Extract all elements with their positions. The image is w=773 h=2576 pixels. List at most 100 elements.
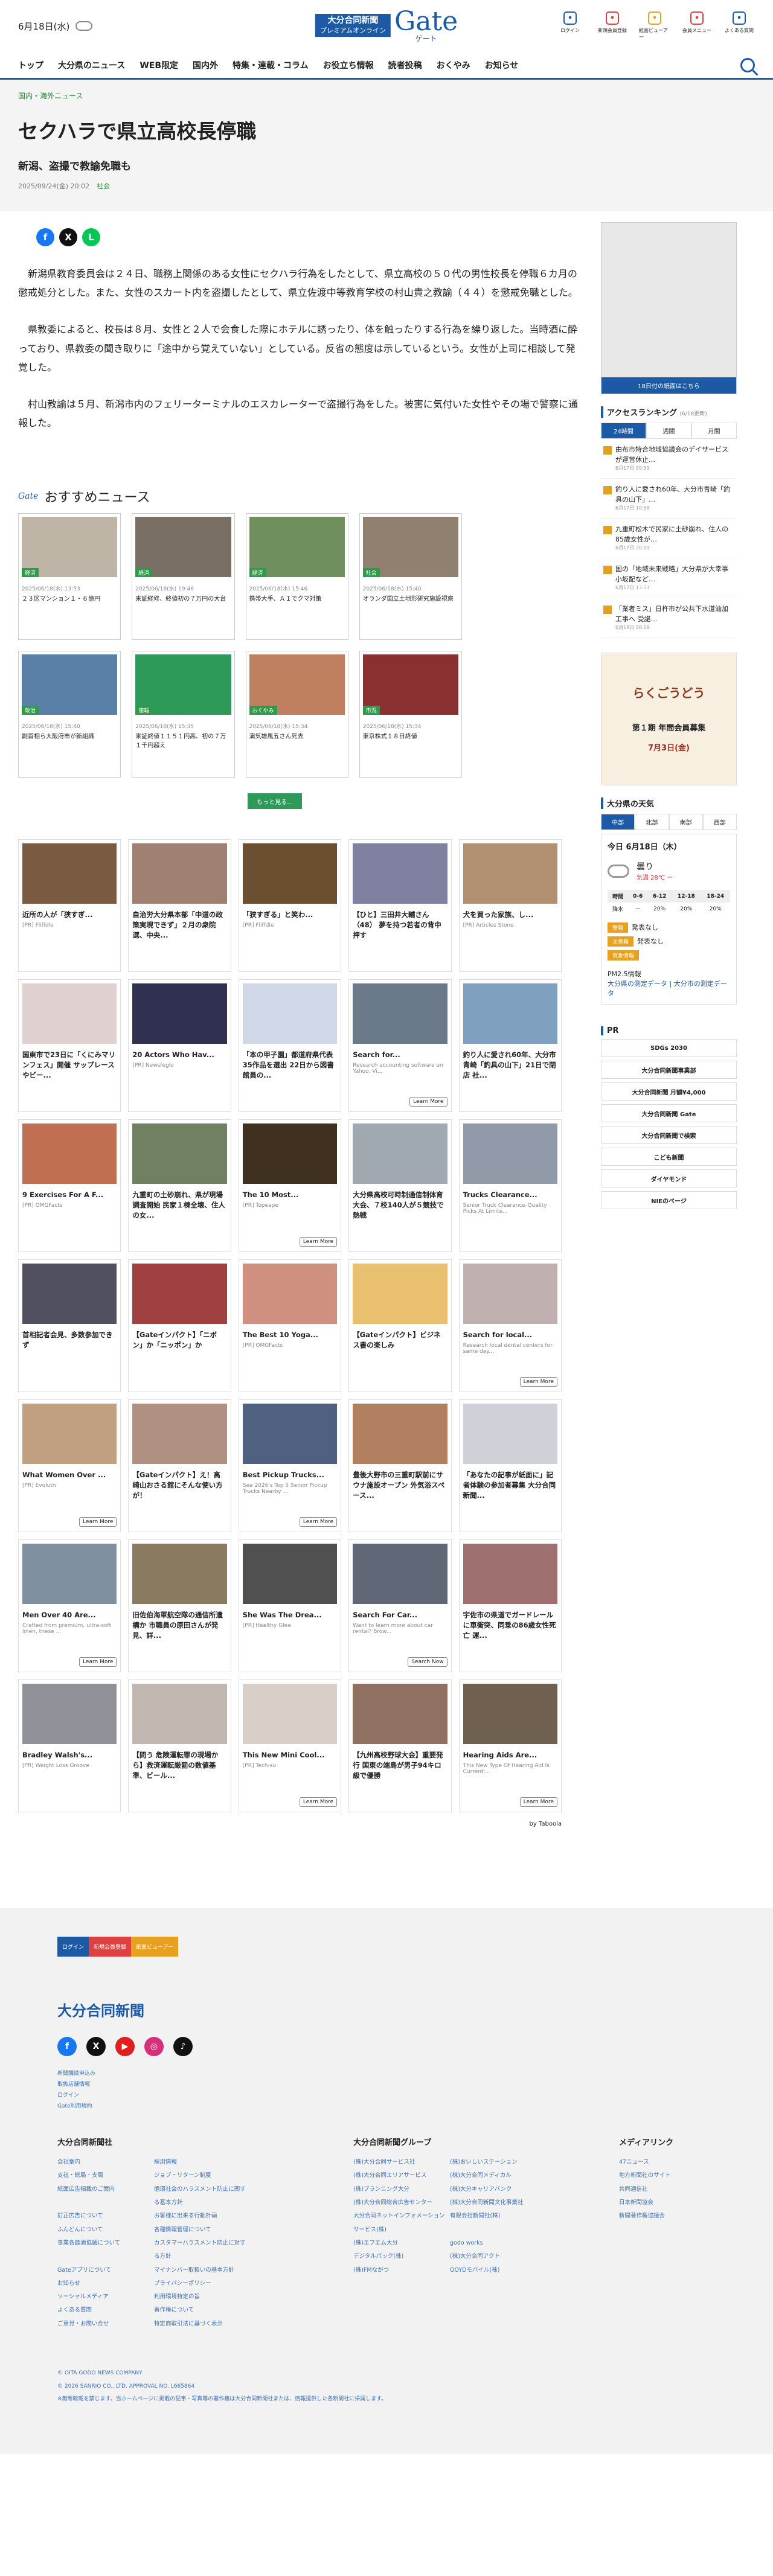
taboola-card[interactable]: Search for local... Research local dental… [458, 1259, 562, 1393]
footer-list-link[interactable]: よくある質問 [57, 2304, 154, 2317]
learn-more-button[interactable]: Learn More [79, 1657, 117, 1667]
nav-item[interactable]: おくやみ [437, 59, 470, 71]
taboola-card[interactable]: The 10 Most... [PR] Topeape Learn More [238, 1119, 342, 1253]
footer-list-link[interactable]: 47ニュース [619, 2156, 716, 2169]
pr-banner[interactable]: 大分合同新聞 Gate [601, 1104, 737, 1122]
pr-banner[interactable]: NIEのページ [601, 1191, 737, 1209]
learn-more-button[interactable]: Learn More [299, 1797, 338, 1807]
alert-label[interactable]: 警報 [608, 922, 629, 933]
nav-item[interactable]: 国内外 [193, 59, 218, 71]
article-category[interactable]: 社会 [97, 182, 110, 190]
pr-banner[interactable]: 大分合同新聞事業部 [601, 1061, 737, 1079]
footer-list-link[interactable]: (株)大分合同総合広告センター [353, 2196, 450, 2210]
x-icon[interactable]: X [59, 228, 77, 246]
taboola-card[interactable]: Bradley Walsh's... [PR] Weight Loss Groov… [18, 1680, 121, 1813]
footer-list-link[interactable]: Gateアプリについて [57, 2264, 154, 2277]
nav-item[interactable]: WEB限定 [140, 59, 178, 71]
taboola-card[interactable]: Trucks Clearance... Senior Truck Clearanc… [458, 1119, 562, 1253]
footer-list-link[interactable]: プライバシーポリシー [154, 2277, 251, 2290]
footer-list-link[interactable]: 特定商取引法に基づく表示 [154, 2318, 251, 2331]
recommend-card[interactable]: 速報 2025/06/18(水) 15:35 来証終値１１５１円高、初の７万１千円超… [132, 651, 235, 778]
footer-list-link[interactable]: 利用環境特定の旨 [154, 2290, 251, 2304]
pr-banner[interactable]: 大分合同新聞 月額¥4,000 [601, 1082, 737, 1101]
taboola-card[interactable]: 【Gateインパクト】ビジネス書の楽しみ [348, 1259, 452, 1393]
pr-banner[interactable]: こども新聞 [601, 1148, 737, 1166]
footer-list-link[interactable]: (株)大分合同アクト [450, 2250, 547, 2263]
footer-list-link[interactable]: デジタルパック(株) [353, 2250, 450, 2263]
newspaper-thumbnail[interactable]: 18日付の紙面はこちら [601, 222, 737, 394]
footer-list-link[interactable]: godo works [450, 2237, 547, 2250]
taboola-card[interactable]: 【問う 危険運転罪の現場から】救済運転厳罰の数値基準、ビール... [128, 1680, 231, 1813]
nav-item[interactable]: お知らせ [485, 59, 519, 71]
taboola-card[interactable]: 大分県高校可時制通信制体育大会、７校140人が５競技で熱戦 [348, 1119, 452, 1253]
learn-more-button[interactable]: Search Now [408, 1657, 447, 1667]
header-action-3[interactable]: • 会員メニュー [681, 11, 713, 40]
footer-list-link[interactable]: 共同通信社 [619, 2183, 716, 2196]
footer-list-link[interactable]: 事業各最適協議について [57, 2237, 154, 2264]
weather-tab[interactable]: 中部 [601, 814, 635, 830]
footer-list-link[interactable]: 紙面広告掲載のご案内 [57, 2183, 154, 2210]
footer-link[interactable]: Gate利用規約 [57, 2101, 716, 2112]
alert-label[interactable]: 気象情報 [608, 950, 640, 960]
footer-list-link[interactable]: ソーシャルメディア [57, 2290, 154, 2304]
footer-list-link[interactable]: (株)大分キャリアバンク [450, 2183, 547, 2196]
paper-button[interactable]: 18日付の紙面はこちら [601, 377, 736, 394]
taboola-card[interactable]: 【九州高校野球大会】重要発行 国東の端島が男子94キロ級で優勝 [348, 1680, 452, 1813]
ad-banner[interactable]: らくごうどう 第１期 年間会員募集 7月3日(金) [601, 653, 737, 785]
taboola-card[interactable]: 9 Exercises For A F... [PR] OMGFacts [18, 1119, 121, 1253]
ranking-item[interactable]: 由布市特合地域協議会のデイサービスが運営休止… 6月17日 09:59 [601, 439, 737, 479]
footer-list-link[interactable]: 循環社会のハラスメント防止に関する基本方針 [154, 2183, 251, 2210]
taboola-card[interactable]: 豊後大野市の三重町駅前にサウナ施設オープン 外気浴スペース... [348, 1399, 452, 1533]
taboola-card[interactable]: Men Over 40 Are... Crafted from premium, … [18, 1539, 121, 1673]
ranking-item[interactable]: 九重町松木で民家に土砂崩れ、住人の85歳女性が… 6月17日 20:09 [601, 519, 737, 558]
search-icon[interactable] [740, 57, 755, 72]
nav-item[interactable]: お役立ち情報 [323, 59, 374, 71]
more-button[interactable]: もっと見る... [248, 793, 302, 810]
weather-tab[interactable]: 西部 [702, 814, 737, 830]
footer-logo[interactable]: 大分合同新聞 [57, 1999, 716, 2020]
footer-list-link[interactable]: (株)大分合同メディカル [450, 2169, 547, 2182]
taboola-credit[interactable]: by Taboola [18, 1821, 562, 1827]
footer-list-link[interactable]: (株)大分合同新聞文化事業社 [450, 2196, 547, 2210]
footer-button[interactable]: 紙面ビューアー [131, 1937, 179, 1957]
taboola-card[interactable]: 近所の人が「狭すぎ... [PR] Fliffdle [18, 839, 121, 973]
taboola-card[interactable]: 「本の甲子園」都道府県代表35作品を選出 22日から図書館員の... [238, 979, 342, 1113]
footer-list-link[interactable]: 地方新聞社のサイト [619, 2169, 716, 2182]
taboola-card[interactable]: 「狭すぎる」と笑わ... [PR] Fliffdle [238, 839, 342, 973]
footer-list-link[interactable]: 大分合同ネットインフォメーションサービス(株) [353, 2210, 450, 2237]
footer-list-link[interactable]: 日本新聞協会 [619, 2196, 716, 2210]
footer-list-link[interactable]: カスタマーハラスメント防止に対する方針 [154, 2237, 251, 2264]
facebook-icon[interactable]: f [36, 228, 54, 246]
footer-button[interactable]: 新規会員登録 [89, 1937, 132, 1957]
footer-list-link[interactable]: (株)おいしいステーション [450, 2156, 547, 2169]
recommend-card[interactable]: おくやみ 2025/06/18(水) 15:34 演気雄風五さん死去 [245, 651, 348, 778]
header-action-0[interactable]: • ログイン [554, 11, 586, 40]
facebook-icon[interactable]: f [57, 2037, 77, 2056]
tiktok-icon[interactable]: ♪ [173, 2037, 193, 2056]
footer-list-link[interactable]: 会社案内 [57, 2156, 154, 2169]
footer-list-link[interactable]: ご意見・お問い合せ [57, 2318, 154, 2331]
ranking-tab[interactable]: 24時間 [601, 423, 646, 439]
taboola-card[interactable]: 【Gateインパクト】え！高崎山おさる館にそんな使い方が！ [128, 1399, 231, 1533]
youtube-icon[interactable]: ▶ [115, 2037, 135, 2056]
taboola-card[interactable]: What Women Over ... [PR] Evolutn Learn Mor… [18, 1399, 121, 1533]
pr-banner[interactable]: 大分合同新聞で検索 [601, 1126, 737, 1144]
learn-more-button[interactable]: Learn More [79, 1517, 117, 1527]
alert-label[interactable]: 注意報 [608, 936, 634, 947]
taboola-card[interactable]: 旧佐伯海軍航空隊の通信所遺構か 市職員の原田さんが発見、詳... [128, 1539, 231, 1673]
taboola-card[interactable]: 釣り人に愛され60年、大分市青崎「釣具の山下」21日で閉店 社... [458, 979, 562, 1113]
footer-list-link[interactable]: 採用情報 [154, 2156, 251, 2169]
site-logo[interactable]: 大分合同新聞 プレミアムオンライン Gate ゲート [315, 8, 458, 42]
footer-list-link[interactable]: マイナンバー取扱いの基本方針 [154, 2264, 251, 2277]
recommend-card[interactable]: 市況 2025/06/18(水) 15:34 東京株式１８日終値 [359, 651, 462, 778]
footer-list-link[interactable]: 訂正広告について [57, 2210, 154, 2223]
taboola-card[interactable]: 【Gateインパクト】「ニボン」か「ニッポン」か [128, 1259, 231, 1393]
weather-tab[interactable]: 南部 [669, 814, 703, 830]
line-icon[interactable]: L [82, 228, 100, 246]
learn-more-button[interactable]: Learn More [519, 1797, 557, 1807]
pr-banner[interactable]: SDGs 2030 [601, 1039, 737, 1057]
taboola-card[interactable]: Search For Car... Want to learn more abou… [348, 1539, 452, 1673]
taboola-card[interactable]: 九重町の土砂崩れ、県が現場調査開始 民家１棟全壊、住人の女... [128, 1119, 231, 1253]
footer-list-link[interactable]: 支社・総局・支局 [57, 2169, 154, 2182]
learn-more-button[interactable]: Learn More [519, 1377, 557, 1387]
